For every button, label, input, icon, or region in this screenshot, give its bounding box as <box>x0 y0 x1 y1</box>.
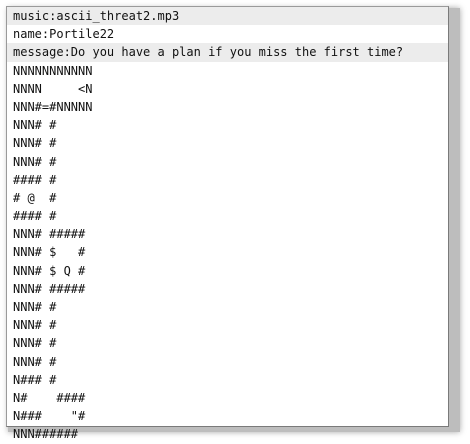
map-line: NNN# # <box>13 336 57 351</box>
map-line: NNN# ##### <box>13 281 86 296</box>
map-line: NNN# $ # <box>13 245 86 260</box>
text-content: music:ascii_threat2.mp3 name:Portile22 m… <box>7 7 448 441</box>
map-line: NNN# # <box>13 118 57 133</box>
message-line: message:Do you have a plan if you miss t… <box>7 43 448 62</box>
map-line: NNN###### <box>13 427 79 442</box>
map-line: NNNN <N <box>13 81 93 96</box>
name-line: name:Portile22 <box>13 27 115 42</box>
map-line: #### # <box>13 172 57 187</box>
map-line: NNN# ##### <box>13 227 86 242</box>
map-line: NNN# # <box>13 154 57 169</box>
map-line: # @ # <box>13 190 57 205</box>
map-line: NNN# $ Q # <box>13 263 86 278</box>
map-line: NNNNNNNNNNN <box>13 63 93 78</box>
text-viewer-window: music:ascii_threat2.mp3 name:Portile22 m… <box>6 6 449 441</box>
map-line: NNN# # <box>13 318 57 333</box>
map-line: NNN#=#NNNNN <box>13 99 93 114</box>
map-line: N# #### <box>13 390 86 405</box>
music-line: music:ascii_threat2.mp3 <box>7 7 448 26</box>
map-line: NNN# # <box>13 300 57 314</box>
map-line: NNN# # <box>13 354 57 369</box>
map-line: N### "# <box>13 409 86 424</box>
map-line: #### # <box>13 209 57 224</box>
map-line: NNN# # <box>13 136 57 151</box>
map-line: N### # <box>13 372 57 387</box>
